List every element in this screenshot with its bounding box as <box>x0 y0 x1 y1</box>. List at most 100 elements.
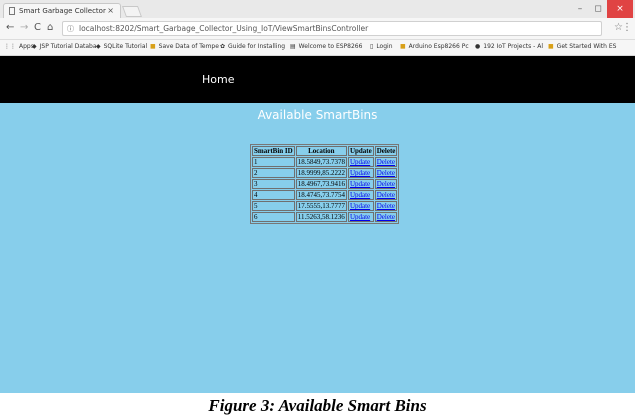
forward-arrow-icon[interactable]: → <box>20 22 28 33</box>
update-cell: Update <box>347 168 374 178</box>
bin-id-cell: 6 <box>252 212 295 222</box>
info-icon[interactable]: ⓘ <box>67 24 74 34</box>
bookmark-label: Save Data of Tempe <box>158 43 219 50</box>
update-link[interactable]: Update <box>350 191 370 199</box>
bin-id-cell: 2 <box>252 168 295 178</box>
home-icon[interactable]: ⌂ <box>47 22 53 33</box>
location-cell: 18.4967,73.9416 <box>295 179 347 189</box>
update-cell: Update <box>347 190 374 200</box>
delete-link[interactable]: Delete <box>377 180 395 188</box>
page-icon: ▯ <box>370 43 374 50</box>
update-cell: Update <box>347 212 374 222</box>
location-cell: 18.4745,73.7754 <box>295 190 347 200</box>
update-link[interactable]: Update <box>350 202 370 210</box>
location-cell: 18.9999,85.2222 <box>295 168 347 178</box>
address-bar-row: ← → C ⌂ ⓘ localhost:8202/Smart_Garbage_C… <box>0 18 635 40</box>
diamond-icon: ◆ <box>96 43 101 50</box>
bookmark-label: Welcome to ESP8266 <box>298 43 363 50</box>
update-cell: Update <box>347 157 374 167</box>
delete-cell: Delete <box>374 212 398 222</box>
delete-cell: Delete <box>374 168 398 178</box>
bookmark-label: 192 IoT Projects - Al <box>483 43 544 50</box>
bookmark-label: Get Started With ES <box>556 43 617 50</box>
bookmark-label: Guide for Installing <box>228 43 286 50</box>
page-content: Home Available SmartBins SmartBin ID Loc… <box>0 56 635 393</box>
top-navbar: Home <box>0 56 635 103</box>
bin-id-cell: 3 <box>252 179 295 189</box>
bookmark-jsp-tutorial[interactable]: ◆ JSP Tutorial Databa <box>32 43 97 50</box>
bookmark-welcome-esp[interactable]: ▤ Welcome to ESP8266 <box>290 43 362 50</box>
diamond-icon: ◆ <box>32 43 37 50</box>
update-link[interactable]: Update <box>350 158 370 166</box>
update-cell: Update <box>347 179 374 189</box>
bookmark-login[interactable]: ▯ Login <box>370 43 393 50</box>
browser-tab[interactable]: Smart Garbage Collector × <box>3 3 121 18</box>
delete-link[interactable]: Delete <box>377 191 395 199</box>
new-tab-button[interactable] <box>121 6 143 17</box>
apps-icon: ⋮⋮ <box>4 43 16 50</box>
bookmark-label: SQLite Tutorial <box>103 43 148 50</box>
table-row: 4 18.4745,73.7754 Update Delete <box>252 190 398 200</box>
delete-link[interactable]: Delete <box>377 169 395 177</box>
delete-cell: Delete <box>374 157 398 167</box>
update-link[interactable]: Update <box>350 180 370 188</box>
back-arrow-icon[interactable]: ← <box>6 22 14 33</box>
table-row: 5 17.5555,13.7777 Update Delete <box>252 201 398 211</box>
bookmark-save-data[interactable]: ■ Save Data of Tempe <box>150 43 219 50</box>
delete-link[interactable]: Delete <box>377 158 395 166</box>
table-row: 1 18.5849,73.7378 Update Delete <box>252 157 398 167</box>
bookmark-label: Arduino Esp8266 Pc <box>408 43 469 50</box>
url-field[interactable]: ⓘ localhost:8202/Smart_Garbage_Collector… <box>62 21 602 36</box>
url-text[interactable]: localhost:8202/Smart_Garbage_Collector_U… <box>79 24 368 33</box>
reload-icon[interactable]: C <box>34 22 41 33</box>
column-header-delete: Delete <box>374 146 398 156</box>
location-cell: 11.5263,58.1236 <box>295 212 347 222</box>
flower-icon: ✿ <box>220 43 226 50</box>
page-icon <box>9 7 15 15</box>
page-title: Available SmartBins <box>257 108 378 122</box>
folder-icon: ■ <box>548 43 554 50</box>
bookmark-iot-projects[interactable]: ● 192 IoT Projects - Al <box>475 43 543 50</box>
home-link[interactable]: Home <box>202 73 234 86</box>
bookmark-sqlite-tutorial[interactable]: ◆ SQLite Tutorial <box>96 43 147 50</box>
bookmark-label: Login <box>376 43 393 50</box>
column-header-location: Location <box>295 146 347 156</box>
maximize-icon[interactable]: ◻ <box>591 0 605 18</box>
table-row: 3 18.4967,73.9416 Update Delete <box>252 179 398 189</box>
table-header-row: SmartBin ID Location Update Delete <box>252 146 398 156</box>
delete-cell: Delete <box>374 201 398 211</box>
bookmark-apps[interactable]: ⋮⋮ Apps <box>4 43 34 50</box>
minimize-icon[interactable]: – <box>573 0 587 18</box>
bookmark-arduino-esp[interactable]: ■ Arduino Esp8266 Pc <box>400 43 469 50</box>
update-link[interactable]: Update <box>350 169 370 177</box>
globe-icon: ● <box>475 43 481 50</box>
folder-icon: ■ <box>400 43 406 50</box>
table-row: 6 11.5263,58.1236 Update Delete <box>252 212 398 222</box>
update-cell: Update <box>347 201 374 211</box>
bookmark-label: JSP Tutorial Databa <box>39 43 97 50</box>
tab-title: Smart Garbage Collector <box>19 7 106 15</box>
delete-link[interactable]: Delete <box>377 202 395 210</box>
menu-icon[interactable]: ⋮ <box>622 22 632 33</box>
browser-title-bar: Smart Garbage Collector × – ◻ × <box>0 0 635 18</box>
bin-id-cell: 4 <box>252 190 295 200</box>
update-link[interactable]: Update <box>350 213 370 221</box>
figure-caption: Figure 3: Available Smart Bins <box>208 396 427 415</box>
bookmarks-bar: ⋮⋮ Apps ◆ JSP Tutorial Databa ◆ SQLite Tuto… <box>0 40 635 56</box>
page-icon: ▤ <box>290 43 296 50</box>
location-cell: 17.5555,13.7777 <box>295 201 347 211</box>
table-row: 2 18.9999,85.2222 Update Delete <box>252 168 398 178</box>
delete-link[interactable]: Delete <box>377 213 395 221</box>
tab-close-icon[interactable]: × <box>107 6 114 15</box>
smartbins-table: SmartBin ID Location Update Delete 1 18.… <box>250 144 400 224</box>
bookmark-get-started[interactable]: ■ Get Started With ES <box>548 43 616 50</box>
delete-cell: Delete <box>374 179 398 189</box>
bookmark-guide-installing[interactable]: ✿ Guide for Installing <box>220 43 285 50</box>
bin-id-cell: 5 <box>252 201 295 211</box>
folder-icon: ■ <box>150 43 156 50</box>
close-window-icon[interactable]: × <box>607 0 633 18</box>
bin-id-cell: 1 <box>252 157 295 167</box>
column-header-id: SmartBin ID <box>252 146 295 156</box>
delete-cell: Delete <box>374 190 398 200</box>
column-header-update: Update <box>347 146 374 156</box>
